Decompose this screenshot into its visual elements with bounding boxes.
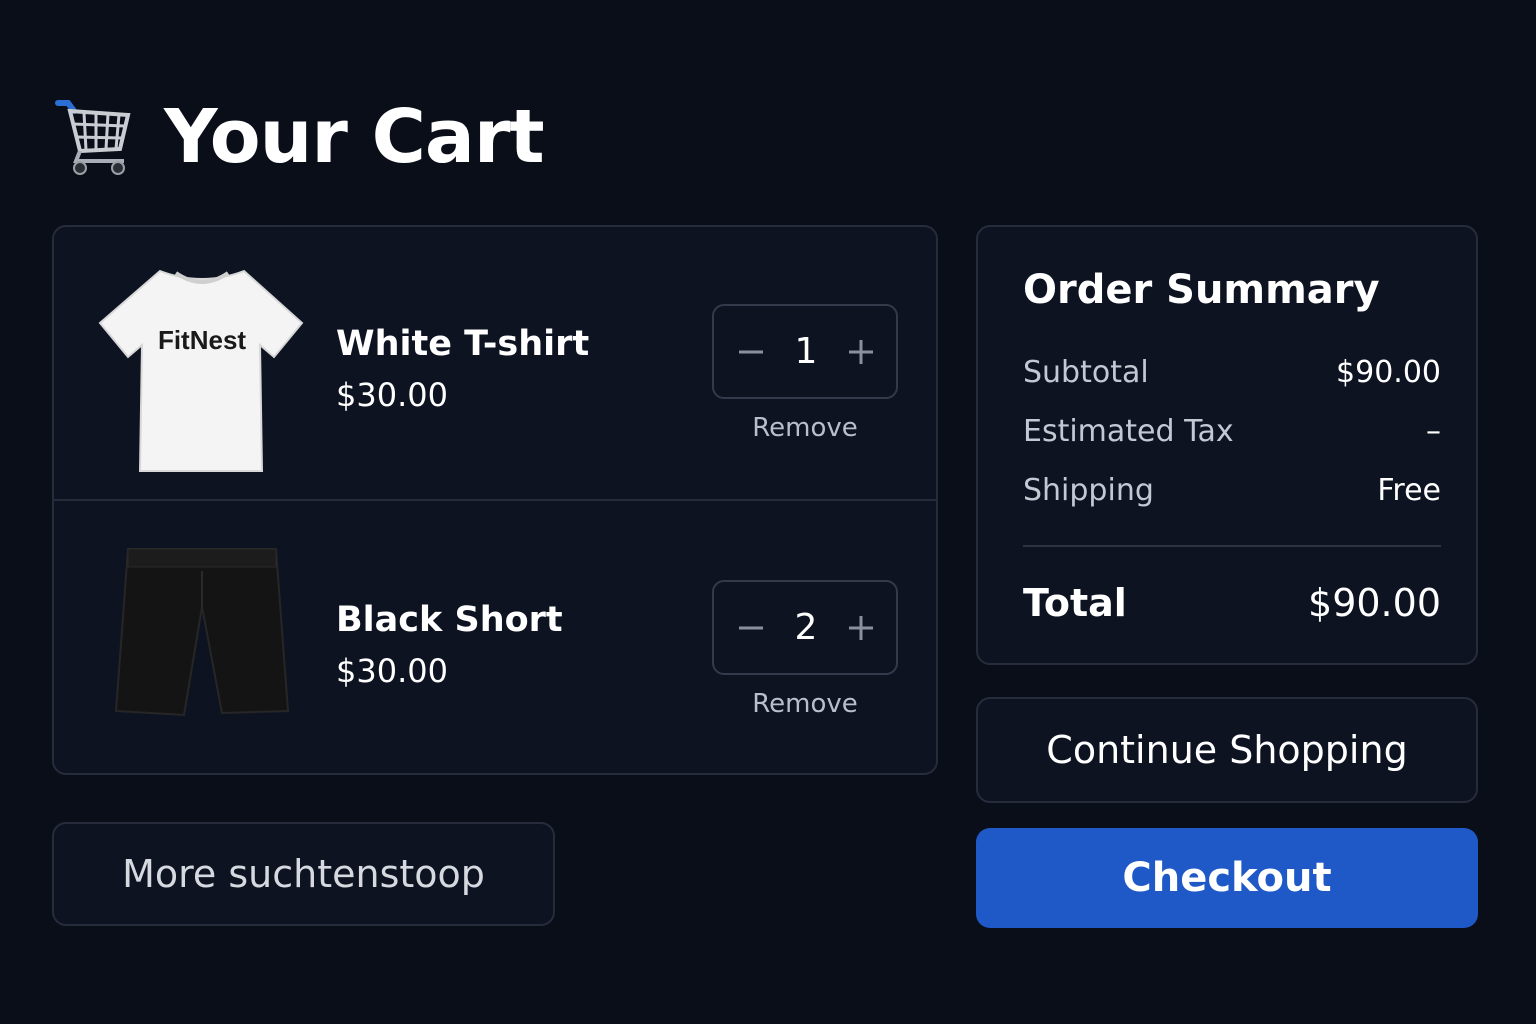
cart-items-panel: FitNest White T-shirt $30.00 1 Remove Bl…: [52, 225, 938, 775]
minus-icon: [739, 626, 763, 629]
item-info: Black Short $30.00: [336, 597, 563, 695]
remove-item-link[interactable]: Remove: [712, 413, 898, 443]
quantity-value: 2: [794, 607, 818, 648]
cart-page: Your Cart FitNest White T-shirt $30.00 1: [0, 0, 1536, 1024]
quantity-value: 1: [794, 331, 818, 372]
more-button[interactable]: More suchtenstoop: [52, 822, 555, 926]
white-tshirt-image: FitNest: [98, 269, 304, 472]
summary-divider: [1023, 545, 1441, 547]
plus-icon: [849, 339, 873, 364]
subtotal-value: $90.00: [1336, 355, 1441, 390]
subtotal-label: Subtotal: [1023, 355, 1149, 390]
shipping-value: Free: [1377, 473, 1441, 508]
item-price: $30.00: [336, 652, 448, 690]
item-info: White T-shirt $30.00: [336, 321, 589, 419]
total-value: $90.00: [1308, 581, 1441, 625]
increase-quantity-button[interactable]: [844, 611, 878, 645]
black-shorts-image: [114, 548, 290, 717]
estimated-tax-row: Estimated Tax –: [1023, 414, 1441, 449]
increase-quantity-button[interactable]: [844, 335, 878, 369]
item-price: $30.00: [336, 376, 448, 414]
order-summary-title: Order Summary: [1023, 267, 1380, 313]
continue-shopping-button[interactable]: Continue Shopping: [976, 697, 1478, 803]
shipping-label: Shipping: [1023, 473, 1154, 508]
decrease-quantity-button[interactable]: [734, 335, 768, 369]
quantity-stepper: 1: [712, 304, 898, 399]
decrease-quantity-button[interactable]: [734, 611, 768, 645]
total-label: Total: [1023, 581, 1127, 625]
estimated-tax-label: Estimated Tax: [1023, 414, 1234, 449]
checkout-button[interactable]: Checkout: [976, 828, 1478, 928]
page-header: Your Cart: [54, 92, 545, 182]
shopping-cart-icon: [55, 100, 131, 175]
estimated-tax-value: –: [1426, 414, 1441, 449]
order-summary-panel: Order Summary Subtotal $90.00 Estimated …: [976, 225, 1478, 665]
cart-item: FitNest White T-shirt $30.00 1 Remove: [54, 227, 936, 501]
tshirt-print-text: FitNest: [158, 325, 246, 355]
remove-item-link[interactable]: Remove: [712, 689, 898, 719]
total-row: Total $90.00: [1023, 581, 1441, 625]
subtotal-row: Subtotal $90.00: [1023, 355, 1441, 390]
item-name: White T-shirt: [336, 324, 590, 364]
item-name: Black Short: [336, 600, 563, 640]
quantity-stepper: 2: [712, 580, 898, 675]
shipping-row: Shipping Free: [1023, 473, 1441, 508]
page-title: Your Cart: [164, 94, 545, 180]
cart-item: Black Short $30.00 2 Remove: [54, 503, 936, 777]
plus-icon: [849, 615, 873, 640]
minus-icon: [739, 350, 763, 353]
